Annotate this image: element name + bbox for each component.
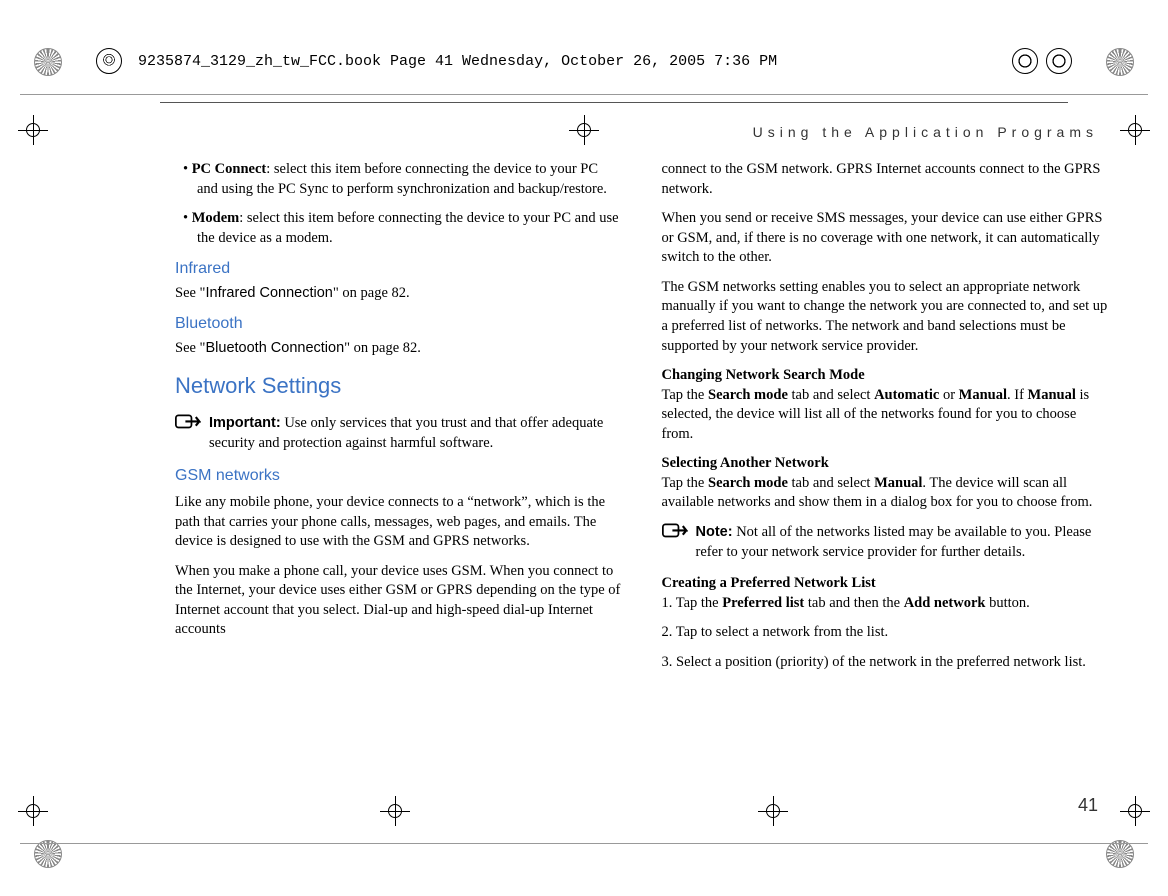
text: " on page 82. (344, 340, 421, 356)
registration-mark (18, 115, 48, 145)
important-label: Important: (209, 415, 281, 431)
body-text: See "Infrared Connection" on page 82. (175, 284, 622, 304)
registration-mark (1120, 796, 1150, 826)
text: . If (1007, 387, 1028, 403)
text: or (939, 387, 958, 403)
body-text: See "Bluetooth Connection" on page 82. (175, 339, 622, 359)
header-print-marks (1012, 48, 1072, 74)
heading-infrared: Infrared (175, 258, 622, 280)
step: 1. Tap the Preferred list tab and then t… (662, 594, 1109, 614)
crop-mark-bottom-right (1106, 840, 1134, 868)
important-note: Important: Use only services that you tr… (175, 414, 622, 453)
column-left: • PC Connect: select this item before co… (175, 160, 622, 796)
ui-term: Manual (959, 387, 1007, 403)
heading-bluetooth: Bluetooth (175, 313, 622, 335)
ui-term: Search mode (708, 475, 788, 491)
heading-creating-list: Creating a Preferred Network List (662, 574, 1109, 594)
ui-term: Automatic (874, 387, 939, 403)
registration-mark (18, 796, 48, 826)
body-text: When you make a phone call, your device … (175, 562, 622, 640)
cross-reference: Bluetooth Connection (205, 340, 344, 356)
print-mark-icon (1046, 48, 1072, 74)
arrow-note-icon (175, 414, 201, 434)
body-text: connect to the GSM network. GPRS Interne… (662, 160, 1109, 199)
body-text: When you send or receive SMS messages, y… (662, 209, 1109, 268)
heading-gsm-networks: GSM networks (175, 465, 622, 487)
divider (20, 843, 1148, 844)
text: See " (175, 340, 205, 356)
crop-mark-top-right (1106, 48, 1134, 76)
registration-mark (758, 796, 788, 826)
text: tab and then the (804, 595, 903, 611)
page-content: • PC Connect: select this item before co… (175, 160, 1108, 796)
adobe-book-icon (96, 48, 122, 74)
ui-term: Add network (904, 595, 986, 611)
registration-mark (569, 115, 599, 145)
ui-term: Manual (874, 475, 922, 491)
document-meta-header: 9235874_3129_zh_tw_FCC.book Page 41 Wedn… (96, 48, 1072, 74)
cross-reference: Infrared Connection (205, 285, 332, 301)
crop-mark-top-left (34, 48, 62, 76)
body-text: The GSM networks setting enables you to … (662, 278, 1109, 356)
divider (20, 94, 1148, 95)
term: Modem (192, 210, 240, 226)
text: tab and select (788, 475, 874, 491)
term: PC Connect (192, 161, 267, 177)
text: Tap the (662, 475, 709, 491)
page-number: 41 (1078, 795, 1098, 816)
registration-mark (380, 796, 410, 826)
heading-selecting-network: Selecting Another Network (662, 454, 1109, 474)
divider (160, 102, 1068, 103)
heading-network-settings: Network Settings (175, 371, 622, 401)
step: 3. Select a position (priority) of the n… (662, 653, 1109, 673)
note-block: Note: Not all of the networks listed may… (662, 523, 1109, 562)
text: " on page 82. (333, 285, 410, 301)
registration-mark (1120, 115, 1150, 145)
text: button. (985, 595, 1029, 611)
text: Tap the (662, 387, 709, 403)
crop-mark-bottom-left (34, 840, 62, 868)
list-item: • PC Connect: select this item before co… (175, 160, 622, 199)
body-text: Tap the Search mode tab and select Autom… (662, 386, 1109, 445)
heading-changing-mode: Changing Network Search Mode (662, 366, 1109, 386)
ui-term: Search mode (708, 387, 788, 403)
body-text: Tap the Search mode tab and select Manua… (662, 474, 1109, 513)
body-text: Like any mobile phone, your device conne… (175, 493, 622, 552)
body-text: : select this item before connecting the… (197, 210, 619, 246)
step: 2. Tap to select a network from the list… (662, 623, 1109, 643)
list-item: • Modem: select this item before connect… (175, 209, 622, 248)
text: tab and select (788, 387, 874, 403)
print-mark-icon (1012, 48, 1038, 74)
running-head: Using the Application Programs (753, 124, 1098, 140)
ui-term: Preferred list (722, 595, 804, 611)
ui-term: Manual (1028, 387, 1076, 403)
column-right: connect to the GSM network. GPRS Interne… (662, 160, 1109, 796)
text: See " (175, 285, 205, 301)
document-meta-text: 9235874_3129_zh_tw_FCC.book Page 41 Wedn… (138, 53, 777, 70)
body-text: Not all of the networks listed may be av… (696, 524, 1092, 560)
text: 1. Tap the (662, 595, 723, 611)
note-label: Note: (696, 524, 733, 540)
arrow-note-icon (662, 523, 688, 543)
